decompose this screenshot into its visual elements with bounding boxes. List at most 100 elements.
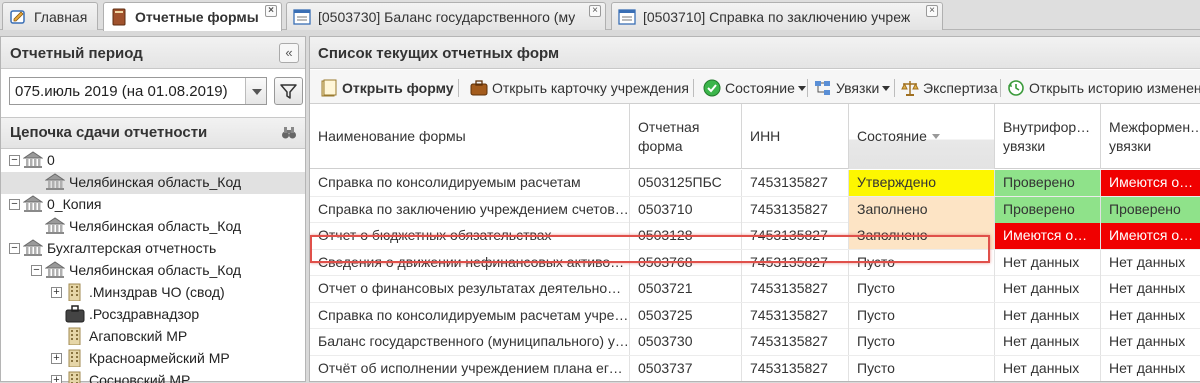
chain-panel-header: Цепочка сдачи отчетности: [1, 117, 305, 149]
caret-down-icon: [797, 85, 806, 91]
tree-node-label: Челябинская область_Код: [69, 174, 242, 190]
tree-node[interactable]: + .Минздрав ЧО (свод): [1, 282, 305, 304]
collapse-icon[interactable]: −: [9, 199, 20, 210]
cell-state: Пусто: [849, 329, 995, 355]
chevron-down-icon[interactable]: [245, 78, 266, 104]
tab-form-0503710[interactable]: [0503710] Справка по заключению учреж ×: [611, 2, 943, 30]
tree-node-label: .Росздравнадзор: [89, 306, 200, 322]
tree-node-label: 0_Копия: [47, 196, 102, 212]
left-panel: Отчетный период « 075.июль 2019 (на 01.0…: [0, 36, 306, 383]
collapse-icon[interactable]: −: [9, 243, 20, 254]
cell-inter: Имеются о…: [1101, 223, 1200, 249]
cell-inter: Нет данных: [1101, 276, 1200, 302]
links-menu-button[interactable]: Увязки: [814, 77, 891, 99]
close-icon[interactable]: ×: [265, 5, 277, 17]
tree-node-label: Красноармейский МР: [89, 350, 230, 366]
cell-name: Сведения о движении нефинансовых активо…: [310, 249, 630, 276]
table-row[interactable]: Справка по консолидируемым расчетам учре…: [310, 302, 1200, 329]
tree-node-label: .Минздрав ЧО (свод): [89, 284, 225, 300]
tree-node[interactable]: − 0_Копия: [1, 194, 305, 216]
tab-home[interactable]: Главная: [2, 2, 98, 30]
cell-inn: 7453135827: [742, 170, 849, 196]
cell-state: Заполнено: [849, 196, 995, 223]
expand-icon[interactable]: +: [51, 287, 62, 298]
cell-name: Отчет о бюджетных обязательствах: [310, 223, 630, 249]
open-form-button[interactable]: Открыть форму: [320, 77, 454, 99]
collapse-panel-button[interactable]: «: [279, 43, 299, 63]
tree-node[interactable]: .Росздравнадзор: [1, 304, 305, 326]
scales-icon: [901, 79, 919, 97]
table-row[interactable]: Справка по заключению учреждением счетов…: [310, 196, 1200, 223]
filter-button[interactable]: [274, 77, 303, 105]
collapse-icon[interactable]: −: [31, 265, 42, 276]
chain-title: Цепочка сдачи отчетности: [10, 124, 208, 141]
column-header-inter-links[interactable]: Межформен… увязки: [1101, 104, 1200, 169]
cell-form: 0503730: [630, 329, 742, 355]
column-header-name[interactable]: Наименование формы: [310, 104, 630, 169]
grid-header: Наименование формы Отчетная форма ИНН Со…: [310, 104, 1200, 169]
state-menu-button[interactable]: Состояние: [703, 77, 806, 99]
collapse-icon[interactable]: −: [9, 155, 20, 166]
period-select[interactable]: 075.июль 2019 (на 01.08.2019): [9, 77, 267, 105]
tree-node[interactable]: Челябинская область_Код: [1, 172, 305, 194]
expertise-button[interactable]: Экспертиза: [901, 77, 998, 99]
institution-icon: [22, 195, 44, 213]
cell-intra: Нет данных: [995, 276, 1101, 302]
cell-form: 0503128: [630, 223, 742, 249]
cell-state: Пусто: [849, 302, 995, 329]
table-row[interactable]: Справка по консолидируемым расчетам 05031…: [310, 170, 1200, 197]
open-history-button[interactable]: Открыть историю изменени: [1007, 77, 1200, 99]
cell-form: 0503125ПБС: [630, 170, 742, 196]
building-icon: [65, 349, 85, 368]
history-icon: [1007, 79, 1025, 97]
tab-form-0503730[interactable]: [0503730] Баланс государственного (му ×: [286, 2, 606, 30]
cell-state: Пусто: [849, 355, 995, 381]
cell-intra: Нет данных: [995, 329, 1101, 355]
tree-node[interactable]: + Сосновский МР: [1, 370, 305, 383]
table-row[interactable]: Отчет о финансовых результатах деятельно…: [310, 276, 1200, 303]
cell-name: Справка по консолидируемым расчетам учре…: [310, 302, 630, 329]
tree-node[interactable]: −0: [1, 150, 305, 172]
briefcase-icon: [470, 79, 488, 97]
tree-node[interactable]: + Красноармейский МР: [1, 348, 305, 370]
open-card-button[interactable]: Открыть карточку учреждения: [470, 77, 689, 99]
cell-inn: 7453135827: [742, 302, 849, 329]
toolbar-separator: [807, 79, 808, 97]
cell-inter: Нет данных: [1101, 356, 1200, 382]
table-row[interactable]: Отчет о бюджетных обязательствах 0503128 7…: [310, 223, 1200, 250]
cell-intra: Проверено: [995, 196, 1101, 223]
column-header-state[interactable]: Состояние: [849, 104, 995, 169]
close-icon[interactable]: ×: [926, 5, 938, 17]
table-row[interactable]: Сведения о движении нефинансовых активо……: [310, 249, 1200, 276]
table-row[interactable]: Отчёт об исполнении учреждением плана ег…: [310, 355, 1200, 382]
open-form-icon: [320, 79, 338, 97]
column-header-inn[interactable]: ИНН: [742, 104, 849, 169]
binoculars-icon[interactable]: [281, 124, 297, 140]
cell-form: 0503725: [630, 302, 742, 329]
tree-node[interactable]: Челябинская область_Код: [1, 216, 305, 238]
expand-icon[interactable]: +: [51, 353, 62, 364]
tree-node-label: 0: [47, 152, 55, 168]
column-header-intra-links[interactable]: Внутрифор… увязки: [995, 104, 1101, 169]
cell-inn: 7453135827: [742, 276, 849, 302]
tab-label: Отчетные формы: [135, 9, 259, 25]
form-window-icon: [293, 8, 311, 26]
table-row[interactable]: Баланс государственного (муниципального)…: [310, 329, 1200, 356]
toolbar: Открыть форму Открыть карточку учреждени…: [310, 70, 1200, 104]
cell-inn: 7453135827: [742, 249, 849, 276]
tree-node[interactable]: − Челябинская область_Код: [1, 260, 305, 282]
toolbar-separator: [693, 79, 694, 97]
cell-name: Справка по заключению учреждением счетов…: [310, 196, 630, 223]
period-panel-header: Отчетный период «: [1, 37, 305, 69]
tab-report-forms[interactable]: Отчетные формы ×: [103, 2, 282, 31]
cell-intra: Нет данных: [995, 249, 1101, 276]
caret-down-icon: [882, 85, 891, 91]
close-icon[interactable]: ×: [589, 5, 601, 17]
hierarchy-icon: [814, 79, 832, 97]
tree-node[interactable]: − Бухгалтерская отчетность: [1, 238, 305, 260]
column-header-form[interactable]: Отчетная форма: [630, 104, 742, 169]
period-row: 075.июль 2019 (на 01.08.2019): [9, 77, 303, 107]
tree-node[interactable]: Агаповский МР: [1, 326, 305, 348]
column-header-state-label: Состояние: [857, 128, 927, 144]
cell-name: Баланс государственного (муниципального)…: [310, 329, 630, 355]
